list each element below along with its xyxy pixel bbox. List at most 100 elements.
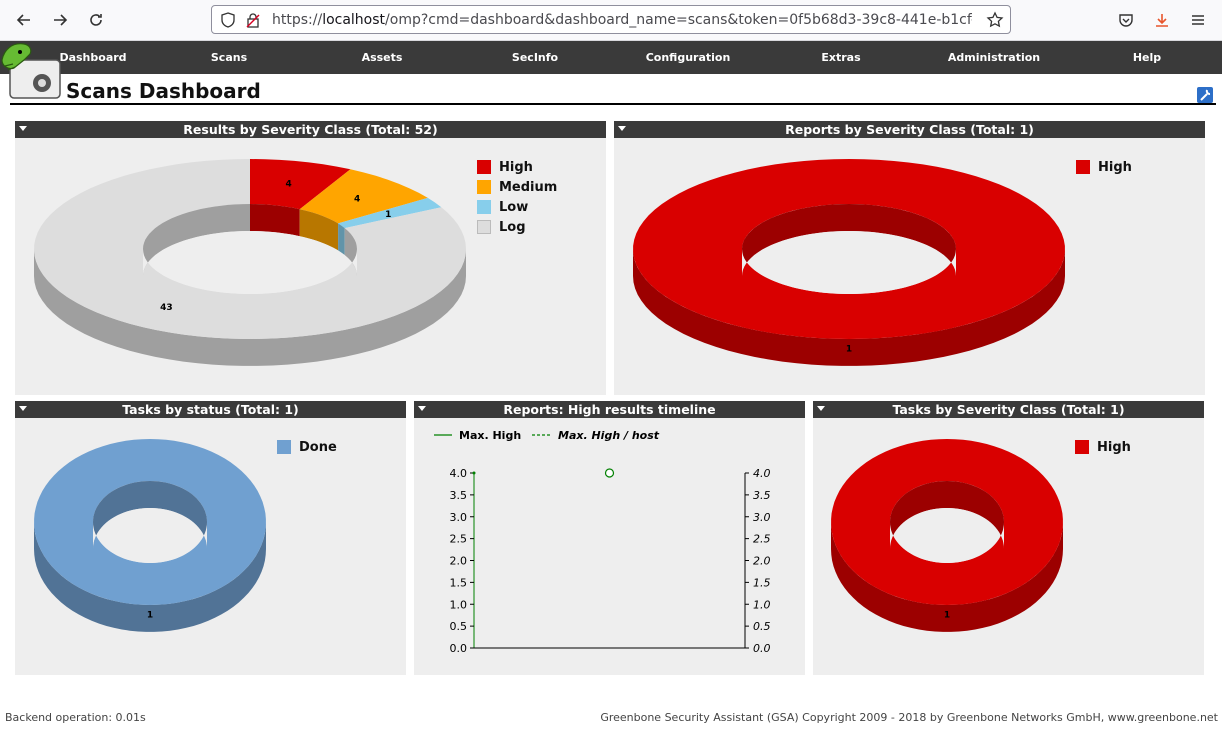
slice-value-label: 43 xyxy=(160,303,173,313)
slice-inner-wall xyxy=(338,223,345,256)
panel-header[interactable]: Tasks by Severity Class (Total: 1) xyxy=(813,401,1204,418)
nav-extras[interactable]: Extras xyxy=(821,51,860,64)
y2-tick-label: 0.0 xyxy=(753,642,771,655)
results-severity-panel: Results by Severity Class (Total: 52) 4 4… xyxy=(15,121,606,395)
data-point[interactable] xyxy=(604,468,615,478)
collapse-icon[interactable] xyxy=(19,406,27,411)
shield-icon[interactable] xyxy=(220,12,236,28)
star-icon[interactable] xyxy=(986,11,1004,29)
legend-swatch xyxy=(477,160,491,174)
copyright-text: Greenbone Security Assistant (GSA) Copyr… xyxy=(600,711,1218,724)
reports-severity-panel: Reports by Severity Class (Total: 1) 1 H… xyxy=(614,121,1205,395)
browser-toolbar: https://localhost/omp?cmd=dashboard&dash… xyxy=(0,0,1222,41)
legend-swatch xyxy=(477,180,491,194)
slice-value-label: 1 xyxy=(385,210,391,220)
legend-label: Max. High / host xyxy=(558,429,660,442)
legend-label: Medium xyxy=(499,179,558,195)
slice-value-label: 4 xyxy=(354,195,360,205)
slice-value-label: 1 xyxy=(846,344,852,354)
y-tick-label: 0.5 xyxy=(450,620,468,633)
nav-secinfo[interactable]: SecInfo xyxy=(512,51,558,64)
pocket-icon[interactable] xyxy=(1114,8,1138,32)
backend-time: Backend operation: 0.01s xyxy=(5,711,146,724)
panel-header[interactable]: Tasks by status (Total: 1) xyxy=(15,401,406,418)
y-tick-label: 2.0 xyxy=(450,555,468,568)
legend-item-high[interactable]: High xyxy=(477,157,557,177)
slice-value-label: 1 xyxy=(944,610,950,620)
legend-item-done[interactable]: Done xyxy=(277,437,337,457)
main-nav: Dashboard Scans Assets SecInfo Configura… xyxy=(0,41,1222,74)
tasks-severity-panel: Tasks by Severity Class (Total: 1) 1 Hig… xyxy=(813,401,1204,675)
y2-tick-label: 3.5 xyxy=(753,489,771,502)
y-tick-label: 0.0 xyxy=(450,642,468,655)
legend-label: Max. High xyxy=(459,429,521,442)
collapse-icon[interactable] xyxy=(817,406,825,411)
chart-legend: Done xyxy=(277,437,337,457)
legend-swatch xyxy=(477,220,491,234)
back-icon[interactable] xyxy=(12,8,36,32)
url-text: https://localhost/omp?cmd=dashboard&dash… xyxy=(272,12,972,28)
panel-header[interactable]: Reports: High results timeline xyxy=(414,401,805,418)
legend-swatch xyxy=(1076,160,1090,174)
nav-scans[interactable]: Scans xyxy=(211,51,247,64)
panel-header[interactable]: Reports by Severity Class (Total: 1) xyxy=(614,121,1205,138)
legend-item-high[interactable]: High xyxy=(1075,437,1131,457)
y-tick-label: 3.0 xyxy=(450,511,468,524)
tasks-severity-donut[interactable]: 1 xyxy=(813,418,1204,675)
legend-label: Log xyxy=(499,219,526,235)
y2-tick-label: 0.5 xyxy=(753,620,771,633)
download-icon[interactable] xyxy=(1150,8,1174,32)
chart-legend: High Medium Low Log xyxy=(477,157,557,237)
axis-marker xyxy=(472,471,476,475)
y2-tick-label: 3.0 xyxy=(753,511,771,524)
legend-swatch xyxy=(477,200,491,214)
slice-value-label: 1 xyxy=(147,610,153,620)
reload-icon[interactable] xyxy=(84,8,108,32)
y2-tick-label: 2.5 xyxy=(753,533,771,546)
legend-item-log[interactable]: Log xyxy=(477,217,557,237)
legend-label: High xyxy=(1098,159,1132,175)
collapse-icon[interactable] xyxy=(618,126,626,131)
page-title: Scans Dashboard xyxy=(66,79,261,103)
wrench-icon[interactable] xyxy=(1197,87,1213,103)
nav-dashboard[interactable]: Dashboard xyxy=(59,51,126,64)
panel-title: Reports: High results timeline xyxy=(503,402,716,417)
high-timeline-chart[interactable]: Max. High Max. High / host 4.0 4.0 3.5 3.5 3… xyxy=(414,418,805,675)
panel-header[interactable]: Results by Severity Class (Total: 52) xyxy=(15,121,606,138)
menu-icon[interactable] xyxy=(1186,8,1210,32)
collapse-icon[interactable] xyxy=(418,406,426,411)
title-divider xyxy=(10,103,1216,105)
legend-item-medium[interactable]: Medium xyxy=(477,177,557,197)
forward-icon[interactable] xyxy=(48,8,72,32)
legend-label: High xyxy=(499,159,533,175)
tasks-status-donut[interactable]: 1 xyxy=(15,418,406,675)
chart-legend: High xyxy=(1076,157,1132,177)
legend-label: High xyxy=(1097,439,1131,455)
y2-tick-label: 4.0 xyxy=(753,467,771,480)
tasks-status-panel: Tasks by status (Total: 1) 1 Done xyxy=(15,401,406,675)
slice-value-label: 4 xyxy=(285,180,291,190)
lock-icon[interactable] xyxy=(245,12,261,28)
url-bar[interactable]: https://localhost/omp?cmd=dashboard&dash… xyxy=(211,5,1011,34)
chart-legend: High xyxy=(1075,437,1131,457)
high-timeline-panel: Reports: High results timeline Max. High… xyxy=(414,401,805,675)
y2-tick-label: 2.0 xyxy=(753,555,771,568)
y-tick-label: 1.5 xyxy=(450,576,468,589)
collapse-icon[interactable] xyxy=(19,126,27,131)
legend-item-high[interactable]: High xyxy=(1076,157,1132,177)
nav-configuration[interactable]: Configuration xyxy=(646,51,731,64)
timeline-legend: Max. High Max. High / host xyxy=(434,429,660,442)
legend-label: Low xyxy=(499,199,529,215)
legend-label: Done xyxy=(299,439,337,455)
nav-help[interactable]: Help xyxy=(1133,51,1161,64)
y-tick-label: 3.5 xyxy=(450,489,468,502)
legend-swatch xyxy=(1075,440,1089,454)
panel-title: Results by Severity Class (Total: 52) xyxy=(183,122,438,137)
legend-swatch xyxy=(277,440,291,454)
greenbone-logo-icon[interactable] xyxy=(0,40,62,100)
nav-administration[interactable]: Administration xyxy=(948,51,1040,64)
nav-assets[interactable]: Assets xyxy=(362,51,403,64)
legend-item-low[interactable]: Low xyxy=(477,197,557,217)
y2-tick-label: 1.5 xyxy=(753,576,771,589)
y-tick-label: 1.0 xyxy=(450,598,468,611)
